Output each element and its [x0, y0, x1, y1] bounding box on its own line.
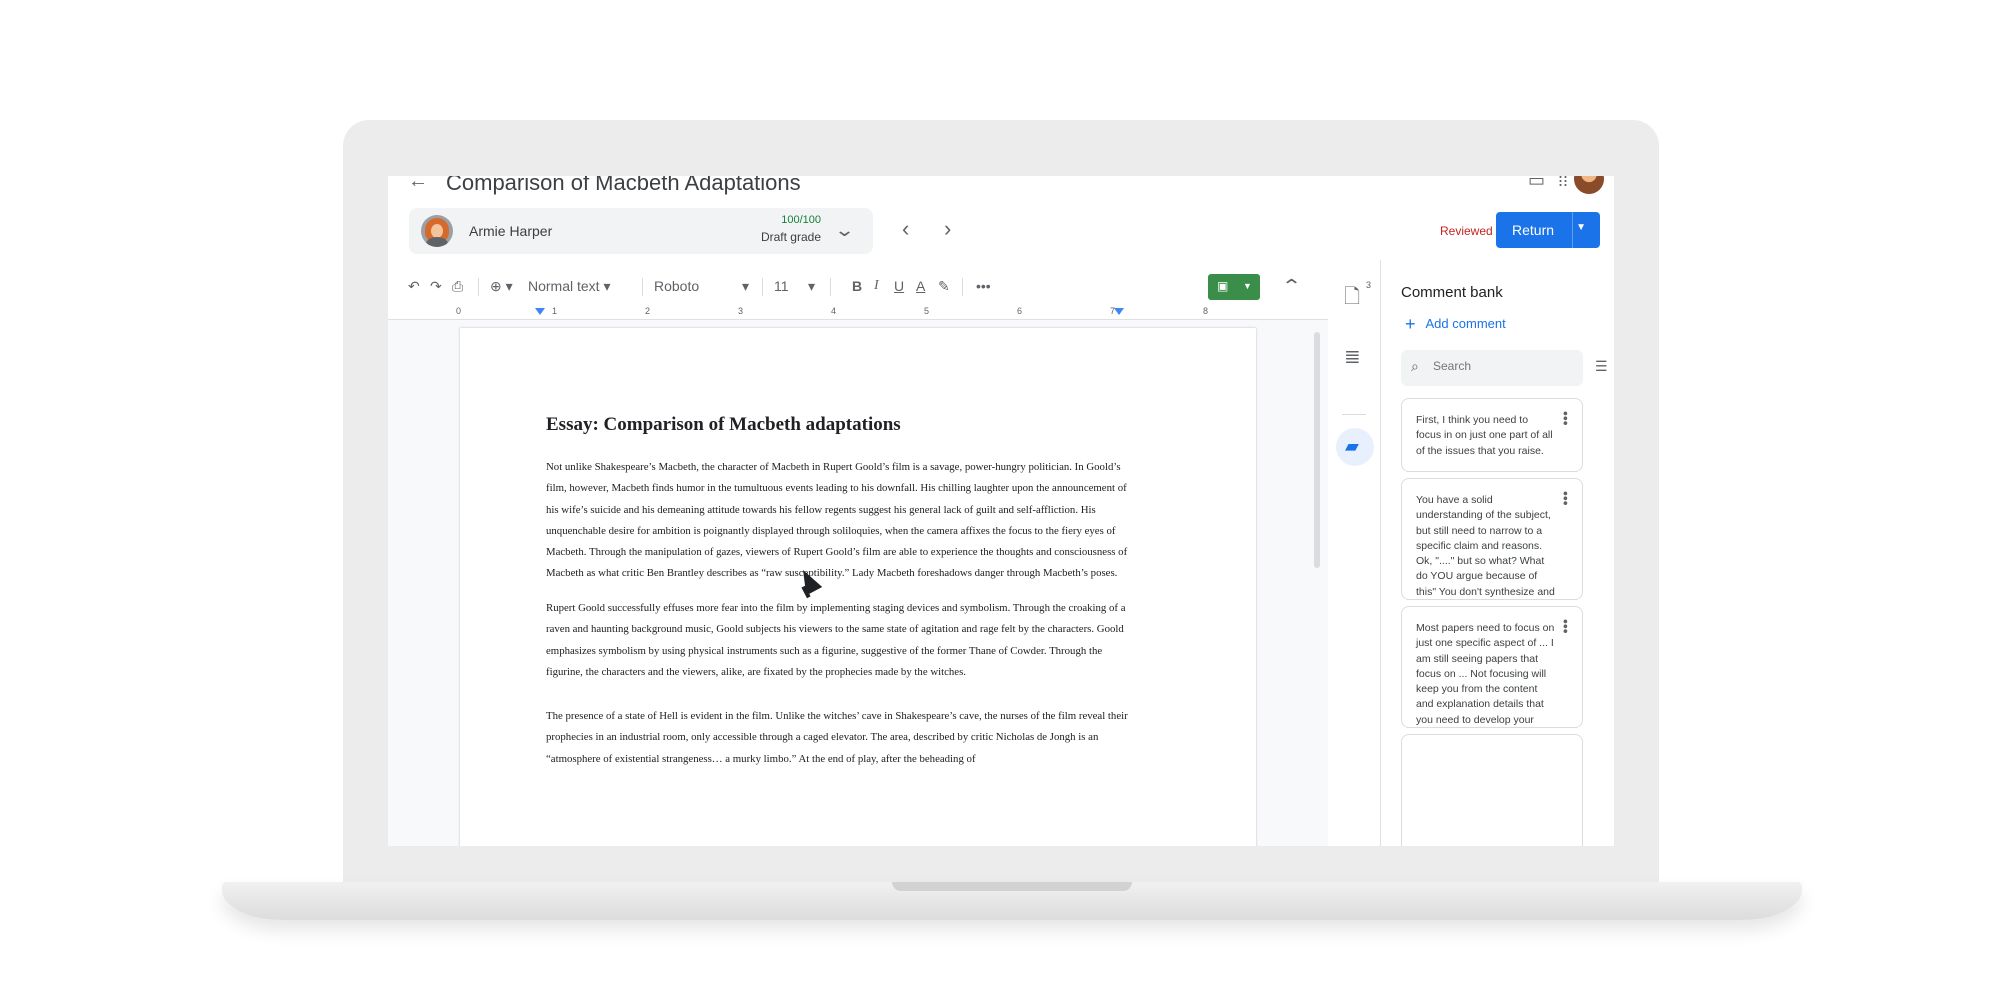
account-avatar[interactable]: [1574, 176, 1604, 194]
status-badge: Reviewed: [1440, 224, 1493, 238]
toolbar-divider: [830, 278, 831, 296]
comment-text: Most papers need to focus on just one sp…: [1416, 622, 1555, 726]
files-count-badge: 3: [1366, 280, 1372, 290]
ruler-tick-label: 6: [1017, 306, 1023, 316]
student-name: Armie Harper: [469, 223, 553, 239]
document-title: Comparison of Macbeth Adaptations: [446, 176, 801, 195]
left-indent-marker[interactable]: [535, 308, 545, 315]
caret-down-icon[interactable]: ▼: [1576, 222, 1586, 233]
italic-icon[interactable]: I: [874, 278, 879, 294]
toolbar-divider: [762, 278, 763, 296]
ruler-tick-label: 8: [1203, 306, 1209, 316]
print-icon[interactable]: ⎙: [452, 278, 463, 295]
rail-divider: [1342, 414, 1366, 415]
classroom-grading-screen: ← Comparison of Macbeth Adaptations ▭ ⁞⁞…: [388, 176, 1614, 846]
comment-icon[interactable]: ▭: [1528, 176, 1545, 191]
laptop-notch: [892, 882, 1132, 891]
add-comment-label: Add comment: [1425, 316, 1506, 331]
zoom-icon[interactable]: ⊕ ▾: [490, 278, 513, 295]
button-divider: [1572, 212, 1573, 248]
ruler: 0 1 2 3 4 5 6 7 8: [388, 306, 1328, 320]
search-input[interactable]: [1433, 359, 1573, 373]
essay-title: Essay: Comparison of Macbeth adaptations: [546, 414, 901, 435]
title-bar: ← Comparison of Macbeth Adaptations ▭ ⁞⁞…: [388, 176, 1614, 198]
draft-grade-label: Draft grade: [760, 230, 821, 244]
return-button-label: Return: [1512, 222, 1555, 238]
more-vert-icon[interactable]: •••: [1558, 619, 1574, 634]
more-options-icon[interactable]: •••: [976, 278, 991, 294]
return-button[interactable]: Return ▼: [1496, 212, 1600, 248]
ruler-tick-label: 2: [645, 306, 651, 316]
sort-icon[interactable]: ☰: [1595, 358, 1608, 375]
student-selector[interactable]: Armie Harper 100/100 Draft grade ⌄: [409, 208, 873, 254]
next-student-icon[interactable]: ›: [944, 216, 951, 242]
comment-card[interactable]: Most papers need to focus on just one sp…: [1401, 606, 1583, 728]
paragraph-style-dropdown[interactable]: Normal text ▾: [528, 278, 611, 295]
comment-card[interactable]: You have a solid understanding of the su…: [1401, 478, 1583, 600]
more-vert-icon[interactable]: •••: [1558, 491, 1574, 506]
student-avatar: [421, 215, 453, 247]
essay-paragraph: Not unlike Shakespeare’s Macbeth, the ch…: [546, 461, 1128, 580]
essay-paragraph: Rupert Goold successfully effuses more f…: [546, 602, 1126, 678]
document-page[interactable]: Essay: Comparison of Macbeth adaptations…: [460, 328, 1256, 846]
grading-tool-button[interactable]: ▣ ▼: [1208, 274, 1260, 300]
toolbar-divider: [642, 278, 643, 296]
comment-search[interactable]: ⌕: [1401, 350, 1583, 386]
comment-bank-panel: Comment bank + Add comment ⌕ ☰ First, I t…: [1381, 260, 1614, 846]
chevron-down-icon[interactable]: ⌄: [834, 220, 855, 241]
editor-toolbar: ↶ ↷ ⎙ ⊕ ▾ Normal text ▾ Roboto ▾ 11 ▾ B …: [388, 270, 1328, 304]
toolbar-divider: [962, 278, 963, 296]
grade-value: 100/100: [781, 214, 821, 226]
highlight-icon[interactable]: ✎: [938, 278, 950, 295]
laptop-base: [222, 882, 1802, 920]
plus-icon: +: [1405, 314, 1416, 334]
undo-icon[interactable]: ↶: [408, 278, 420, 295]
comment-text: First, I think you need to focus in on j…: [1416, 414, 1553, 457]
text-color-icon[interactable]: A: [916, 278, 925, 294]
font-value: Roboto: [654, 278, 700, 294]
comment-card[interactable]: [1401, 734, 1583, 846]
ruler-tick-label: 0: [456, 306, 462, 316]
previous-student-icon[interactable]: ‹: [902, 216, 909, 242]
collapse-toolbar-icon[interactable]: ⌃: [1281, 276, 1302, 297]
ruler-tick-label: 5: [924, 306, 930, 316]
search-icon: ⌕: [1411, 358, 1419, 374]
file-icon[interactable]: 🗋: [1344, 282, 1360, 316]
font-size-value: 11: [774, 278, 789, 294]
comment-bank-title: Comment bank: [1401, 284, 1503, 301]
font-size-dropdown[interactable]: 11: [774, 278, 789, 294]
comment-text: You have a solid understanding of the su…: [1416, 494, 1555, 598]
caret-down-icon: ▼: [1243, 281, 1252, 291]
more-vert-icon[interactable]: •••: [1558, 411, 1574, 426]
document-scrollbar[interactable]: [1314, 332, 1320, 568]
right-indent-marker[interactable]: [1114, 308, 1124, 315]
rubric-list-icon[interactable]: ≣: [1344, 344, 1361, 369]
back-arrow-icon[interactable]: ←: [408, 176, 428, 193]
essay-paragraph: The presence of a state of Hell is evide…: [546, 710, 1128, 765]
redo-icon[interactable]: ↷: [430, 278, 442, 295]
font-dropdown-caret-icon[interactable]: ▾: [742, 278, 749, 295]
toolbar-divider: [478, 278, 479, 296]
comment-card[interactable]: First, I think you need to focus in on j…: [1401, 398, 1583, 472]
bold-icon[interactable]: B: [852, 278, 862, 294]
comment-bank-icon[interactable]: ▰: [1345, 436, 1359, 457]
ruler-tick-label: 3: [738, 306, 744, 316]
font-size-caret-icon[interactable]: ▾: [808, 278, 815, 295]
grading-tool-icon: ▣: [1217, 279, 1229, 293]
paragraph-style-value: Normal text: [528, 278, 600, 294]
document-canvas: Essay: Comparison of Macbeth adaptations…: [388, 320, 1328, 846]
font-dropdown[interactable]: Roboto: [654, 278, 699, 294]
ruler-tick-label: 1: [552, 306, 558, 316]
ruler-tick-label: 4: [831, 306, 837, 316]
apps-grid-icon[interactable]: ⁞⁞: [1558, 176, 1568, 191]
add-comment-button[interactable]: + Add comment: [1405, 314, 1506, 335]
side-rail: 🗋 3 ≣ ▰: [1328, 260, 1380, 846]
underline-icon[interactable]: U: [894, 278, 904, 294]
